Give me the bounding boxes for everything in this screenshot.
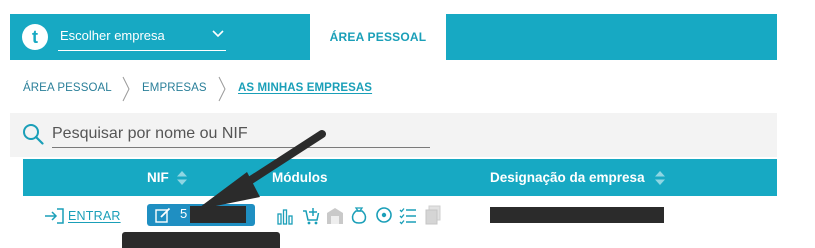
nif-value: 5 — [180, 206, 188, 221]
search-input[interactable] — [52, 121, 430, 148]
login-icon — [45, 208, 64, 224]
documents-icon[interactable] — [424, 205, 442, 225]
chevron-down-icon — [212, 30, 224, 38]
column-header-nif[interactable]: NIF — [147, 159, 169, 196]
checklist-icon[interactable] — [399, 205, 417, 225]
enter-label: ENTRAR — [68, 209, 121, 223]
company-select-label: Escolher empresa — [60, 28, 165, 43]
column-header-modulos: Módulos — [272, 170, 328, 185]
disc-icon[interactable] — [375, 205, 393, 225]
column-header-designacao[interactable]: Designação da empresa — [490, 159, 645, 196]
warehouse-icon[interactable] — [326, 205, 344, 225]
cart-add-icon[interactable] — [302, 205, 320, 225]
bar-chart-icon[interactable] — [276, 205, 294, 225]
nif-tooltip — [122, 232, 280, 248]
breadcrumb-separator-icon — [122, 76, 130, 102]
breadcrumb-area-pessoal[interactable]: ÁREA PESSOAL — [23, 82, 112, 94]
breadcrumb-separator-icon — [218, 76, 226, 102]
search-icon[interactable] — [22, 123, 44, 145]
edit-icon — [155, 207, 171, 223]
money-bag-icon[interactable] — [350, 205, 368, 225]
app-logo-letter: t — [32, 27, 38, 47]
breadcrumb-empresas[interactable]: EMPRESAS — [142, 82, 207, 94]
sort-icon[interactable] — [177, 171, 187, 185]
sort-icon[interactable] — [655, 171, 665, 185]
nif-redaction — [190, 206, 246, 223]
enter-company-link[interactable]: ENTRAR — [44, 206, 121, 226]
breadcrumb-as-minhas-empresas[interactable]: AS MINHAS EMPRESAS — [238, 82, 372, 94]
company-name-redaction — [490, 207, 664, 223]
tab-area-pessoal-label: ÁREA PESSOAL — [329, 30, 427, 44]
